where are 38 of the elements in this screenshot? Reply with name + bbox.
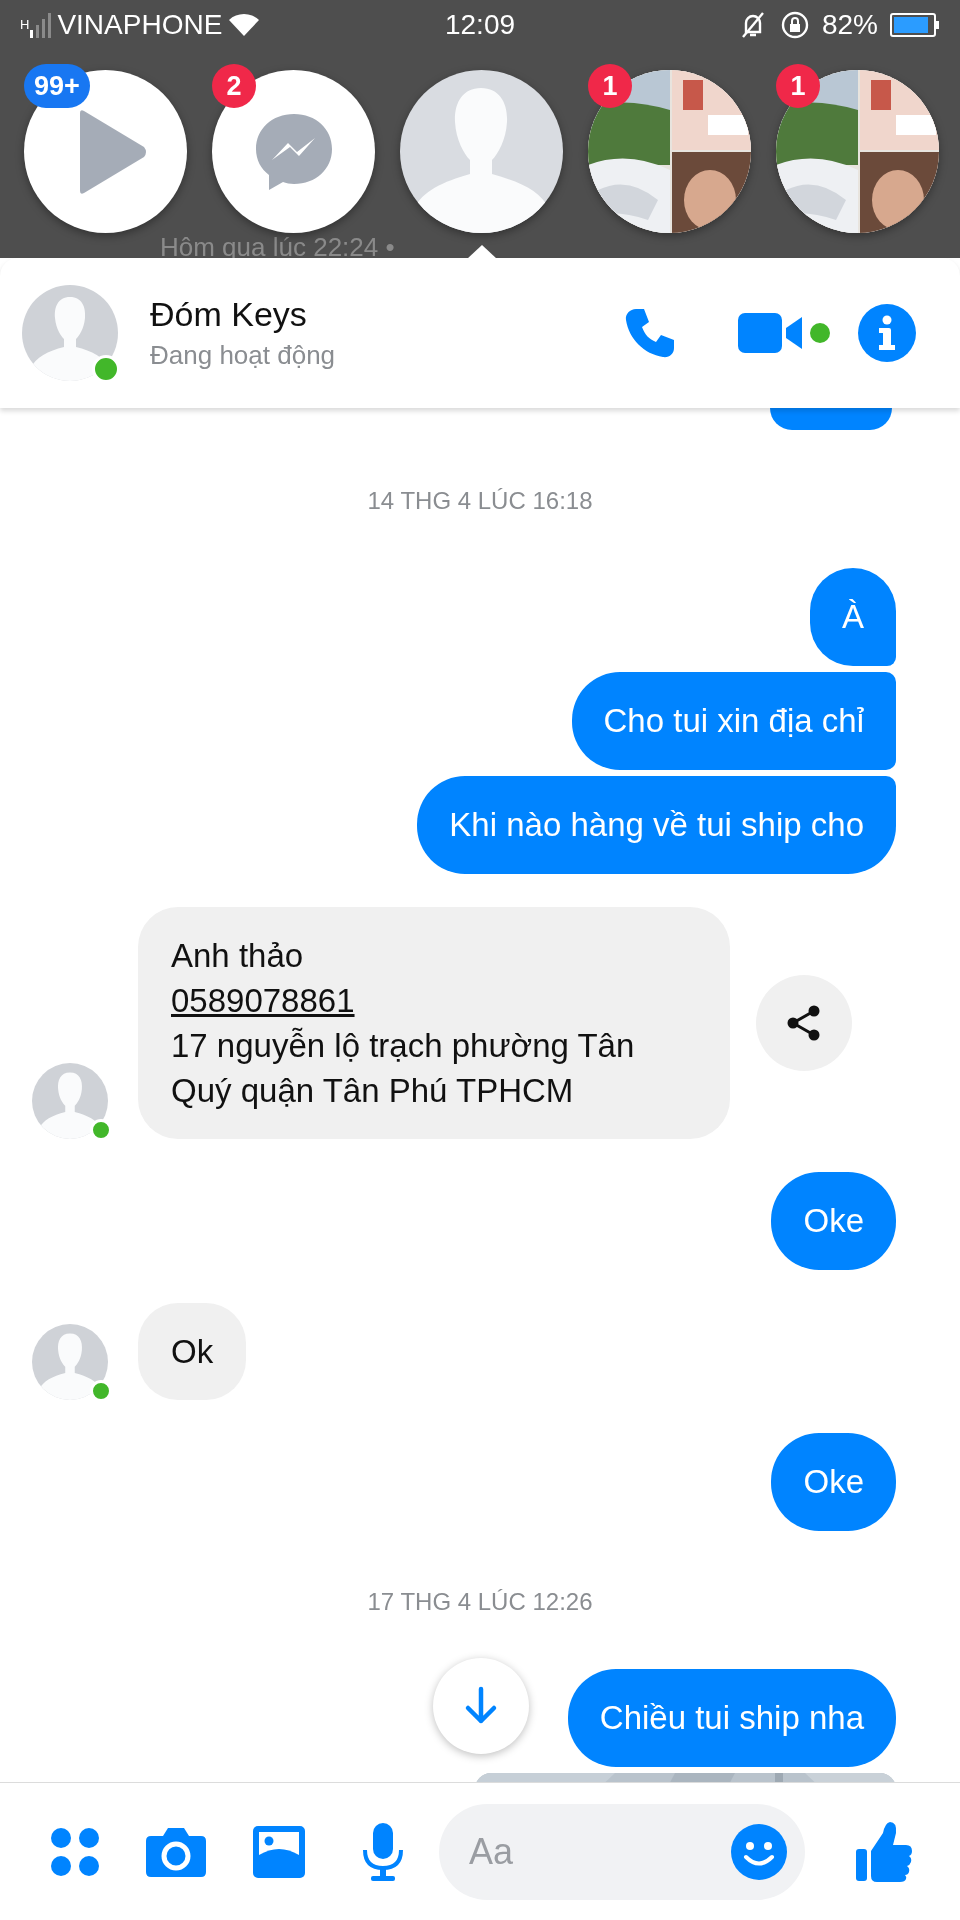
- message-input-field[interactable]: Aa: [439, 1803, 805, 1900]
- battery-icon: [890, 13, 940, 37]
- notification-badge: 99+: [24, 64, 90, 108]
- apps-icon[interactable]: [50, 1826, 100, 1877]
- notification-badge: 1: [588, 64, 632, 108]
- carrier-name: VINAPHONE: [57, 9, 223, 41]
- contact-status: Đang hoạt động: [150, 340, 337, 371]
- camera-icon[interactable]: [145, 1825, 207, 1878]
- message-bubble: Oke: [771, 1172, 896, 1270]
- message-text: Ok: [171, 1332, 214, 1372]
- message-bubble: À: [810, 568, 896, 666]
- message-text: Anh thảo: [171, 936, 305, 976]
- signal-icon: [29, 12, 52, 38]
- scroll-down-button[interactable]: [433, 1658, 529, 1754]
- timestamp: 17 THG 4 LÚC 12:26: [366, 1587, 594, 1617]
- contact-name: Đóm Keys: [150, 295, 308, 334]
- arrow-down-icon: [463, 1686, 499, 1726]
- emoji-icon[interactable]: [731, 1823, 787, 1880]
- message-text: 17 nguyễn lộ trạch phường Tân Quý quận Tân Phú TPHCM: [171, 1026, 636, 1111]
- phone-link[interactable]: 0589078861: [171, 978, 355, 1023]
- info-icon[interactable]: [858, 304, 916, 362]
- notification-badge: 2: [212, 64, 256, 108]
- notification-badge: 1: [776, 64, 820, 108]
- message-bubble: Khi nào hàng về tui ship cho: [417, 776, 896, 874]
- timestamp: 14 THG 4 LÚC 16:18: [366, 486, 594, 516]
- microphone-icon[interactable]: [361, 1821, 405, 1882]
- network-type: H: [20, 17, 30, 32]
- message-bubble: Chiều tui ship nha: [567, 1669, 896, 1767]
- post-time: Hôm qua lúc 22:24 •: [160, 232, 395, 263]
- thumbs-up-icon[interactable]: [855, 1820, 913, 1883]
- clock: 12:09: [444, 9, 516, 41]
- wifi-icon: [228, 13, 261, 37]
- image-icon[interactable]: [252, 1824, 306, 1879]
- message-bubble: Oke: [771, 1433, 896, 1531]
- message-bubble: Cho tui xin địa chỉ: [571, 672, 896, 770]
- battery-percent: 82%: [821, 9, 878, 41]
- video-camera-icon[interactable]: [738, 311, 804, 355]
- rotation-lock-icon: [779, 10, 810, 40]
